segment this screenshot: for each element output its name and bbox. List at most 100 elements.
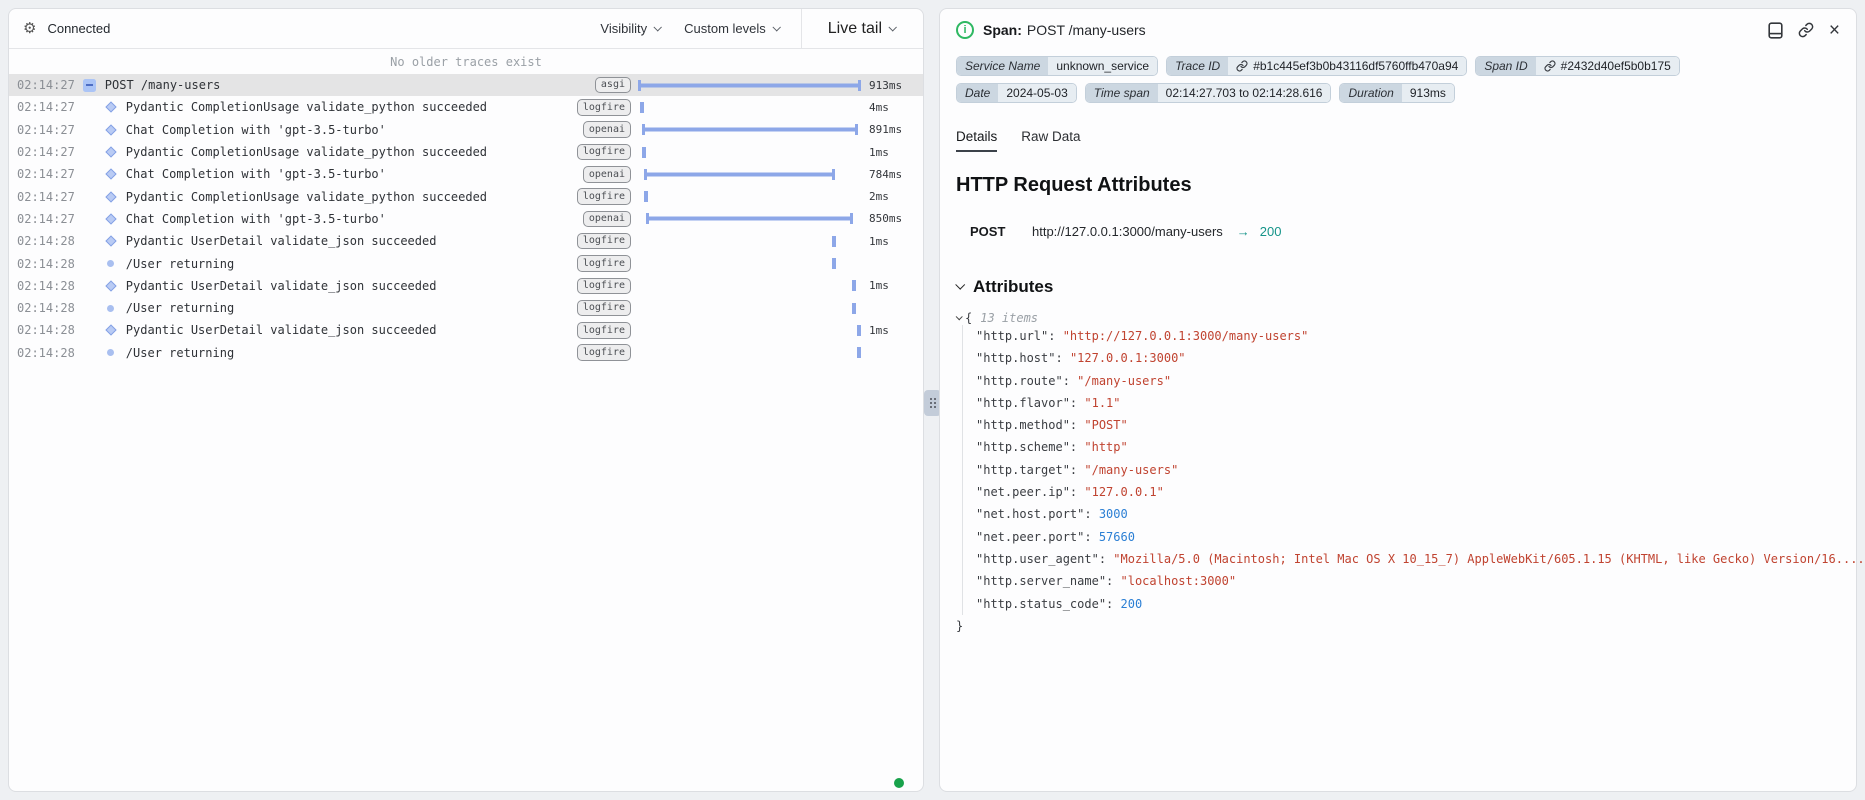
trace-row[interactable]: 02:14:28Pydantic UserDetail validate_jso… xyxy=(9,275,923,297)
trace-timestamp: 02:14:27 xyxy=(9,145,75,159)
json-key: "http.route" xyxy=(976,374,1063,388)
scope-tag-column: logfire xyxy=(577,188,631,205)
json-value: 3000 xyxy=(1099,507,1128,521)
trace-row[interactable]: 02:14:28Pydantic UserDetail validate_jso… xyxy=(9,319,923,341)
duration-label: 891ms xyxy=(869,123,923,136)
trace-row[interactable]: 02:14:27Chat Completion with 'gpt-3.5-tu… xyxy=(9,208,923,230)
scope-tag: asgi xyxy=(595,77,631,94)
json-key: "net.peer.ip" xyxy=(976,485,1070,499)
diamond-icon xyxy=(102,103,120,111)
duration-track xyxy=(638,80,861,91)
duration-label: 913ms xyxy=(869,79,923,92)
panel-layout-icon[interactable] xyxy=(1768,22,1783,39)
span-title: POST /many-users xyxy=(1027,22,1146,38)
duration-bar xyxy=(852,280,856,291)
tab-details[interactable]: Details xyxy=(956,129,997,152)
json-value: "127.0.0.1:3000" xyxy=(1070,351,1186,365)
json-attribute-line: "http.method": "POST" xyxy=(976,414,1840,436)
trace-row[interactable]: 02:14:28/User returninglogfire xyxy=(9,342,923,364)
settings-gear-icon[interactable]: ⚙ xyxy=(23,21,36,36)
trace-label: /User returning xyxy=(120,301,577,315)
attributes-section-title: Attributes xyxy=(973,277,1053,297)
json-attribute-line: "http.host": "127.0.0.1:3000" xyxy=(976,347,1840,369)
json-value: "1.1" xyxy=(1084,396,1120,410)
span-detail-header: i Span: POST /many-users × xyxy=(956,11,1840,49)
scope-tag-column: logfire xyxy=(577,322,631,339)
scope-tag-column: openai xyxy=(583,211,631,228)
attributes-section-toggle[interactable]: Attributes xyxy=(956,277,1840,297)
scope-tag: logfire xyxy=(577,99,631,116)
trace-row[interactable]: 02:14:27POST /many-usersasgi913ms xyxy=(9,74,923,96)
diamond-icon xyxy=(102,326,120,334)
span-meta-badges: Service Nameunknown_service Trace ID#b1c4… xyxy=(956,56,1796,103)
diamond-icon xyxy=(102,282,120,290)
trace-row[interactable]: 02:14:28/User returninglogfire xyxy=(9,297,923,319)
badge-label: Duration xyxy=(1340,84,1401,102)
link-icon[interactable] xyxy=(1236,60,1248,72)
trace-timestamp: 02:14:28 xyxy=(9,346,75,360)
trace-row[interactable]: 02:14:27Pydantic CompletionUsage validat… xyxy=(9,185,923,207)
close-icon[interactable]: × xyxy=(1829,21,1840,40)
custom-levels-dropdown[interactable]: Custom levels xyxy=(684,21,779,36)
badge-value: 913ms xyxy=(1402,84,1454,102)
meta-badge: Service Nameunknown_service xyxy=(956,56,1158,76)
traces-toolbar: ⚙ Connected Visibility Custom levels Liv… xyxy=(9,9,923,49)
badge-label: Time span xyxy=(1086,84,1158,102)
badge-label: Span ID xyxy=(1476,57,1535,75)
duration-bar xyxy=(638,80,861,91)
grip-dots-icon xyxy=(930,398,932,400)
duration-track xyxy=(638,124,861,135)
visibility-dropdown[interactable]: Visibility xyxy=(600,21,660,36)
diamond-icon xyxy=(102,148,120,156)
duration-bar xyxy=(832,236,836,247)
duration-track xyxy=(638,169,861,180)
badge-label: Date xyxy=(957,84,998,102)
trace-row[interactable]: 02:14:28Pydantic UserDetail validate_jso… xyxy=(9,230,923,252)
json-attribute-line: "http.user_agent": "Mozilla/5.0 (Macinto… xyxy=(976,548,1840,570)
trace-label: /User returning xyxy=(120,257,577,271)
duration-label: 1ms xyxy=(869,235,923,248)
http-status-code: 200 xyxy=(1260,224,1282,239)
scope-tag-column: logfire xyxy=(577,344,631,361)
trace-timestamp: 02:14:27 xyxy=(9,212,75,226)
tab-raw-data[interactable]: Raw Data xyxy=(1021,129,1080,152)
trace-row[interactable]: 02:14:27Chat Completion with 'gpt-3.5-tu… xyxy=(9,163,923,185)
duration-track xyxy=(638,325,861,336)
attributes-json-viewer: { 13 items "http.url": "http://127.0.0.1… xyxy=(956,311,1840,637)
circle-icon xyxy=(102,260,120,267)
json-key: "http.url" xyxy=(976,329,1048,343)
duration-label: 2ms xyxy=(869,190,923,203)
duration-bar xyxy=(642,124,857,135)
permalink-icon[interactable] xyxy=(1798,22,1814,38)
trace-timestamp: 02:14:27 xyxy=(9,123,75,137)
live-tail-dropdown[interactable]: Live tail xyxy=(801,9,923,48)
trace-timestamp: 02:14:27 xyxy=(9,167,75,181)
detail-tabs: Details Raw Data xyxy=(956,129,1840,152)
trace-row[interactable]: 02:14:27 Pydantic CompletionUsage validat… xyxy=(9,141,923,163)
duration-bar xyxy=(857,325,861,336)
duration-label: 4ms xyxy=(869,101,923,114)
json-value: "http://127.0.0.1:3000/many-users" xyxy=(1063,329,1309,343)
duration-label: 1ms xyxy=(869,146,923,159)
badge-label: Trace ID xyxy=(1167,57,1228,75)
meta-badge: Trace ID#b1c445ef3b0b43116df5760ffb470a9… xyxy=(1166,56,1467,76)
http-method: POST xyxy=(970,224,1032,239)
duration-bar xyxy=(832,258,836,269)
trace-label: Pydantic CompletionUsage validate_python… xyxy=(120,145,577,159)
traces-panel: ⚙ Connected Visibility Custom levels Liv… xyxy=(8,8,924,792)
json-key: "http.target" xyxy=(976,463,1070,477)
trace-row[interactable]: 02:14:28/User returninglogfire xyxy=(9,252,923,274)
json-collapse-icon[interactable] xyxy=(956,313,963,320)
json-attribute-line: "net.host.port": 3000 xyxy=(976,503,1840,525)
json-items-count: 13 items xyxy=(980,311,1038,325)
trace-label: POST /many-users xyxy=(99,78,585,92)
scope-tag: logfire xyxy=(577,322,631,339)
collapse-minus-icon[interactable] xyxy=(81,79,99,92)
trace-row[interactable]: 02:14:27Chat Completion with 'gpt-3.5-tu… xyxy=(9,119,923,141)
link-icon[interactable] xyxy=(1544,60,1556,72)
trace-row[interactable]: 02:14:27Pydantic CompletionUsage validat… xyxy=(9,96,923,118)
duration-bar xyxy=(646,213,853,224)
json-value: "/many-users" xyxy=(1077,374,1171,388)
duration-track xyxy=(638,147,861,158)
trace-label: Pydantic CompletionUsage validate_python… xyxy=(120,190,577,204)
